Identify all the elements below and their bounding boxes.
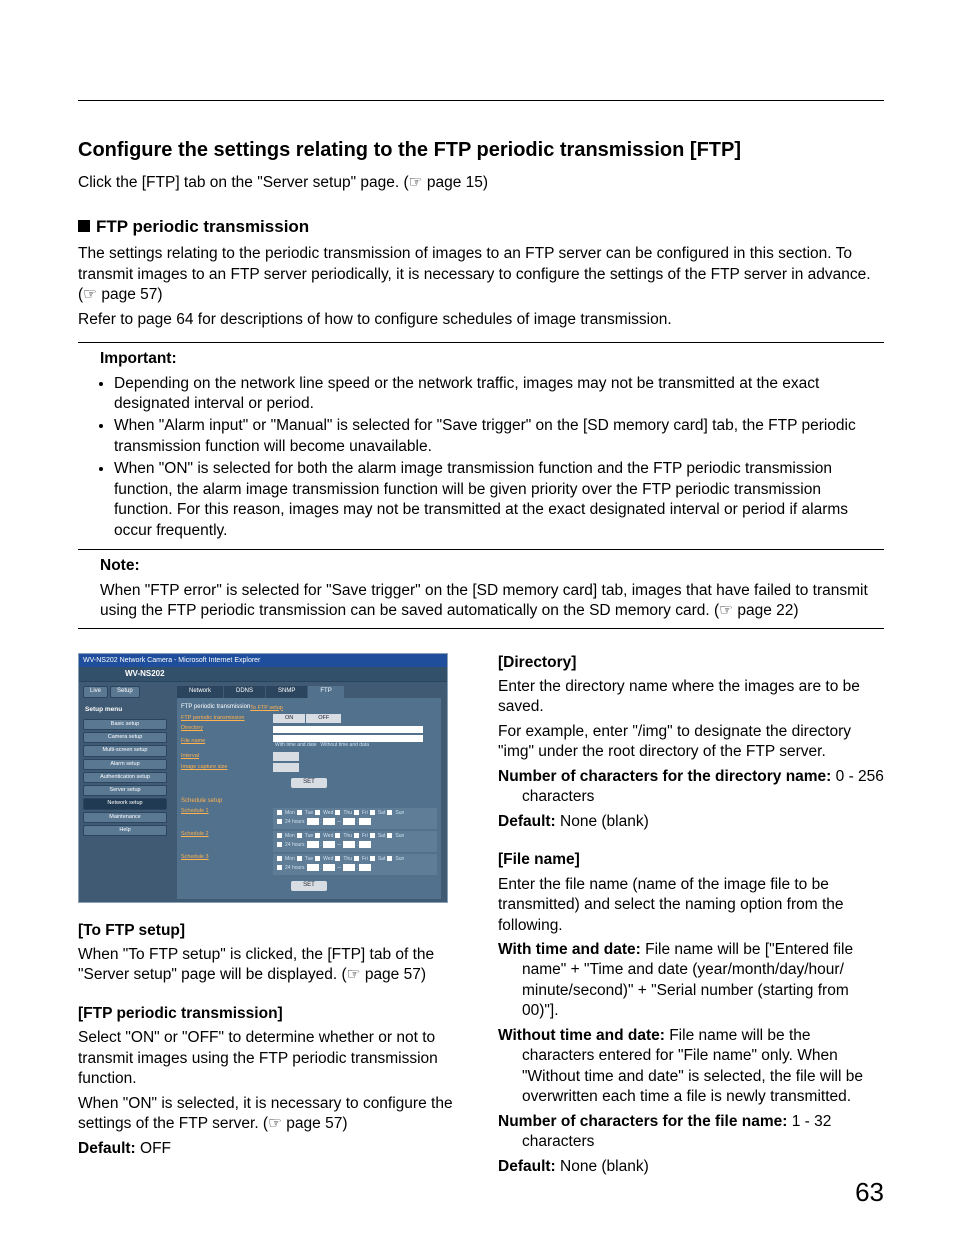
- sidebar-item-camera[interactable]: Camera setup: [83, 732, 167, 743]
- sidebar-item-server[interactable]: Server setup: [83, 785, 167, 796]
- row-size-label: Image capture size: [181, 764, 273, 771]
- set-button[interactable]: SET: [291, 778, 327, 788]
- tab-snmp[interactable]: SNMP: [266, 686, 307, 698]
- filename-without-time: Without time and date: File name will be…: [498, 1026, 884, 1108]
- schedule-3-label: Schedule 3: [181, 854, 273, 861]
- schedule-1-box: MonTueWedThuFriSatSun 24 hours : – :: [273, 808, 437, 829]
- section-desc-1: The settings relating to the periodic tr…: [78, 244, 884, 305]
- panel-section-title: FTP periodic transmission: [181, 704, 250, 712]
- sidebar-item-alarm[interactable]: Alarm setup: [83, 759, 167, 770]
- important-box: Important: Depending on the network line…: [78, 342, 884, 550]
- schedule-2-label: Schedule 2: [181, 831, 273, 838]
- tab-ddns[interactable]: DDNS: [224, 686, 265, 698]
- row-filename-label: File name: [181, 738, 273, 745]
- directory-text-1: Enter the directory name where the image…: [498, 677, 884, 718]
- section-ftp-periodic: FTP periodic transmission: [78, 216, 884, 238]
- page-title: Configure the settings relating to the F…: [78, 137, 884, 163]
- schedule-1-label: Schedule 1: [181, 808, 273, 815]
- ftp-periodic-text-1: Select "ON" or "OFF" to determine whethe…: [78, 1028, 464, 1089]
- to-ftp-setup-heading: [To FTP setup]: [78, 921, 464, 941]
- sidebar-item-network[interactable]: Network setup: [83, 798, 167, 809]
- important-item: When "ON" is selected for both the alarm…: [114, 459, 882, 541]
- interval-select[interactable]: [273, 752, 299, 761]
- directory-text-2: For example, enter "/img" to designate t…: [498, 722, 884, 763]
- checkbox-icon[interactable]: [277, 810, 282, 815]
- directory-input[interactable]: [273, 726, 423, 733]
- sidebar-item-auth[interactable]: Authentication setup: [83, 772, 167, 783]
- important-item: Depending on the network line speed or t…: [114, 374, 882, 415]
- filename-default: Default: None (blank): [498, 1157, 884, 1177]
- section-ftp-periodic-label: FTP periodic transmission: [96, 217, 309, 236]
- filename-heading: [File name]: [498, 850, 884, 870]
- sidebar-item-multiscreen[interactable]: Multi-screen setup: [83, 745, 167, 756]
- row-interval-label: Interval: [181, 753, 273, 760]
- row-directory-label: Directory: [181, 725, 273, 732]
- ftp-periodic-text-2: When "ON" is selected, it is necessary t…: [78, 1094, 464, 1135]
- filename-opt-with[interactable]: With time and date: [275, 742, 317, 748]
- tab-ftp[interactable]: FTP: [308, 686, 343, 698]
- schedule-2-box: MonTueWedThuFriSatSun 24 hours : – :: [273, 831, 437, 852]
- page-number: 63: [855, 1175, 884, 1209]
- filename-text: Enter the file name (name of the image f…: [498, 875, 884, 936]
- ftp-periodic-heading: [FTP periodic transmission]: [78, 1004, 464, 1024]
- size-select[interactable]: [273, 763, 299, 772]
- row-transmission-label: FTP periodic transmission: [181, 715, 273, 722]
- window-titlebar: WV-NS202 Network Camera - Microsoft Inte…: [79, 654, 447, 667]
- important-item: When "Alarm input" or "Manual" is select…: [114, 416, 882, 457]
- tab-network[interactable]: Network: [177, 686, 223, 698]
- toggle-off[interactable]: OFF: [306, 714, 341, 723]
- model-bar: WV-NS202: [79, 667, 447, 683]
- note-title: Note:: [100, 556, 882, 576]
- set-button-2[interactable]: SET: [291, 881, 327, 891]
- sidebar-item-help[interactable]: Help: [83, 825, 167, 836]
- filename-with-time: With time and date: File name will be ["…: [498, 940, 884, 1022]
- important-title: Important:: [100, 349, 882, 369]
- to-ftp-setup-text: When "To FTP setup" is clicked, the [FTP…: [78, 945, 464, 986]
- directory-default: Default: None (blank): [498, 812, 884, 832]
- ftp-periodic-default: Default: OFF: [78, 1139, 464, 1159]
- rule-top: [78, 100, 884, 101]
- note-box: Note: When "FTP error" is selected for "…: [78, 550, 884, 628]
- directory-heading: [Directory]: [498, 653, 884, 673]
- live-tab[interactable]: Live: [83, 686, 108, 698]
- schedule-section-title: Schedule setup: [181, 798, 437, 806]
- toggle-on[interactable]: ON: [273, 714, 305, 723]
- filename-opt-without[interactable]: Without time and data: [320, 742, 369, 748]
- note-text: When "FTP error" is selected for "Save t…: [100, 581, 882, 622]
- schedule-3-box: MonTueWedThuFriSatSun 24 hours : – :: [273, 854, 437, 875]
- to-ftp-setup-link[interactable]: To FTP setup: [250, 705, 283, 712]
- sidebar-item-basic[interactable]: Basic setup: [83, 719, 167, 730]
- setup-tab[interactable]: Setup: [110, 686, 140, 698]
- directory-char-limit: Number of characters for the directory n…: [498, 767, 884, 808]
- sidebar-item-maintenance[interactable]: Maintenance: [83, 812, 167, 823]
- main-tabs: NetworkDDNSSNMPFTP: [177, 686, 441, 698]
- intro-text: Click the [FTP] tab on the "Server setup…: [78, 173, 884, 193]
- square-bullet-icon: [78, 220, 90, 232]
- section-desc-2: Refer to page 64 for descriptions of how…: [78, 310, 884, 330]
- side-menu-title: Setup menu: [85, 706, 167, 715]
- important-list: Depending on the network line speed or t…: [100, 374, 882, 542]
- embedded-screenshot: WV-NS202 Network Camera - Microsoft Inte…: [78, 653, 448, 903]
- filename-char-limit: Number of characters for the file name: …: [498, 1112, 884, 1153]
- filename-input[interactable]: [273, 735, 423, 742]
